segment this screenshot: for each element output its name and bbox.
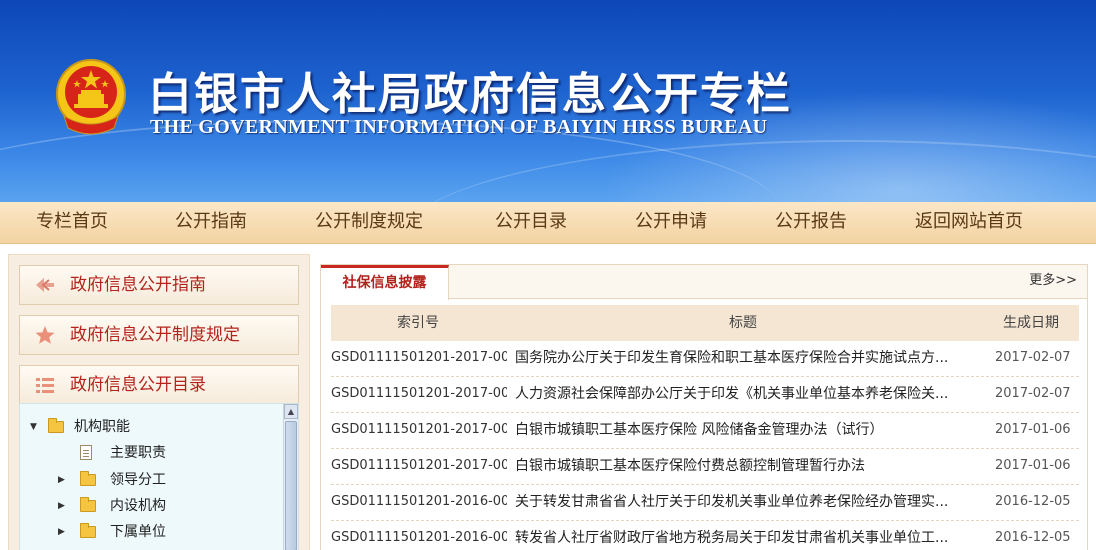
row-title-link[interactable]: 国务院办公厅关于印发生育保险和职工基本医疗保险合并实施试点方...: [515, 341, 955, 375]
scroll-thumb[interactable]: [285, 421, 297, 550]
site-title: 白银市人社局政府信息公开专栏: [148, 69, 792, 120]
sidebar-button-catalog[interactable]: 政府信息公开目录: [19, 365, 299, 405]
tab-social-security-disclosure[interactable]: 社保信息披露: [321, 265, 449, 300]
row-index: GSD01111501201-2017-002: [331, 422, 507, 437]
row-title-link[interactable]: 转发省人社厅省财政厅省地方税务局关于印发甘肃省机关事业单位工...: [515, 521, 955, 550]
tree-node-label: 机构职能: [74, 419, 130, 435]
nav-item-catalog[interactable]: 公开目录: [495, 202, 567, 244]
tree-node-label: 内设机构: [110, 498, 166, 514]
table-row[interactable]: GSD01111501201-2016-005 转发省人社厅省财政厅省地方税务局…: [331, 521, 1079, 550]
national-emblem-icon: [56, 59, 126, 135]
tree-node-subordinates[interactable]: ▶ 下属单位: [58, 521, 278, 543]
row-index: GSD01111501201-2017-001: [331, 458, 507, 473]
tree-node-label: 领导分工: [110, 472, 166, 488]
row-date: 2016-12-05: [995, 530, 1071, 545]
left-sidebar: 政府信息公开指南 政府信息公开制度规定 政府信息公开目录 ▼ 机构职能 主要职责…: [8, 254, 310, 550]
tree-node-label: 主要职责: [110, 445, 166, 461]
tree-node-org-functions[interactable]: ▼ 机构职能: [30, 416, 280, 438]
tree-node-label: 下属单位: [110, 524, 166, 540]
sidebar-button-label: 政府信息公开制度规定: [70, 325, 240, 345]
row-title-link[interactable]: 关于转发甘肃省省人社厅关于印发机关事业单位养老保险经办管理实...: [515, 485, 955, 519]
table-header: 索引号 标题 生成日期: [331, 305, 1079, 341]
row-index: GSD01111501201-2016-005: [331, 530, 507, 545]
column-header-date: 生成日期: [1003, 315, 1059, 331]
panel-header: 社保信息披露 更多>>: [321, 265, 1087, 300]
catalog-tree: ▼ 机构职能 主要职责 ▶ 领导分工 ▶ 内设机构 ▶ 下属单位 ▲: [19, 403, 299, 550]
collapsed-arrow-icon[interactable]: ▶: [58, 469, 65, 491]
nav-item-home[interactable]: 专栏首页: [36, 202, 108, 244]
row-index: GSD01111501201-2017-004: [331, 350, 507, 365]
tree-scrollbar[interactable]: ▲: [283, 404, 298, 550]
column-header-index: 索引号: [397, 315, 439, 331]
row-date: 2016-12-05: [995, 494, 1071, 509]
document-icon: [80, 445, 92, 460]
list-icon: [36, 378, 54, 393]
table-row[interactable]: GSD01111501201-2017-002 白银市城镇职工基本医疗保险 风险…: [331, 413, 1079, 449]
tree-node-departments[interactable]: ▶ 内设机构: [58, 495, 278, 517]
site-title-english: THE GOVERNMENT INFORMATION OF BAIYIN HRS…: [150, 116, 768, 138]
header-banner: 白银市人社局政府信息公开专栏 THE GOVERNMENT INFORMATIO…: [0, 0, 1096, 202]
folder-icon: [80, 497, 96, 512]
scroll-up-icon[interactable]: ▲: [284, 404, 298, 419]
expanded-arrow-icon[interactable]: ▼: [30, 416, 37, 438]
row-date: 2017-01-06: [995, 458, 1071, 473]
social-security-panel: 社保信息披露 更多>> 索引号 标题 生成日期 GSD01111501201-2…: [320, 264, 1088, 550]
row-date: 2017-02-07: [995, 350, 1071, 365]
nav-item-back-to-site[interactable]: 返回网站首页: [915, 202, 1023, 244]
nav-item-report[interactable]: 公开报告: [775, 202, 847, 244]
row-index: GSD01111501201-2017-003: [331, 386, 507, 401]
table-row[interactable]: GSD01111501201-2017-001 白银市城镇职工基本医疗保险付费总…: [331, 449, 1079, 485]
row-date: 2017-01-06: [995, 422, 1071, 437]
sidebar-button-guide[interactable]: 政府信息公开指南: [19, 265, 299, 305]
nav-item-rules[interactable]: 公开制度规定: [315, 202, 423, 244]
table-row[interactable]: GSD01111501201-2017-003 人力资源社会保障部办公厅关于印发…: [331, 377, 1079, 413]
table-row[interactable]: GSD01111501201-2016-006 关于转发甘肃省省人社厅关于印发机…: [331, 485, 1079, 521]
nav-item-guide[interactable]: 公开指南: [175, 202, 247, 244]
sidebar-button-rules[interactable]: 政府信息公开制度规定: [19, 315, 299, 355]
folder-open-icon: [48, 418, 64, 433]
column-header-title: 标题: [729, 315, 757, 331]
row-title-link[interactable]: 白银市城镇职工基本医疗保险付费总额控制管理暂行办法: [515, 449, 955, 483]
collapsed-arrow-icon[interactable]: ▶: [58, 495, 65, 517]
main-nav: 专栏首页 公开指南 公开制度规定 公开目录 公开申请 公开报告 返回网站首页: [0, 202, 1096, 244]
row-date: 2017-02-07: [995, 386, 1071, 401]
sidebar-button-label: 政府信息公开目录: [70, 375, 206, 395]
more-link[interactable]: 更多>>: [1029, 265, 1077, 297]
table-row[interactable]: GSD01111501201-2017-004 国务院办公厅关于印发生育保险和职…: [331, 341, 1079, 377]
collapsed-arrow-icon[interactable]: ▶: [58, 521, 65, 543]
folder-icon: [80, 471, 96, 486]
row-title-link[interactable]: 人力资源社会保障部办公厅关于印发《机关事业单位基本养老保险关...: [515, 377, 955, 411]
tree-node-leadership[interactable]: ▶ 领导分工: [58, 469, 278, 491]
sidebar-button-label: 政府信息公开指南: [70, 275, 206, 295]
row-index: GSD01111501201-2016-006: [331, 494, 507, 509]
folder-icon: [80, 523, 96, 538]
row-title-link[interactable]: 白银市城镇职工基本医疗保险 风险储备金管理办法（试行）: [515, 413, 955, 447]
nav-item-apply[interactable]: 公开申请: [635, 202, 707, 244]
tree-node-main-duties[interactable]: 主要职责: [70, 442, 270, 464]
star-icon: [35, 326, 55, 344]
back-arrow-icon: [36, 278, 54, 292]
